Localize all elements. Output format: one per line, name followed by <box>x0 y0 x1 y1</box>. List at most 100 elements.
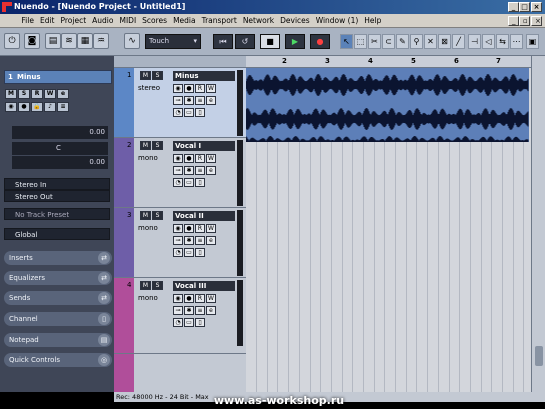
lock-icon[interactable]: ⊸ <box>173 96 183 105</box>
menu-window[interactable]: Window (1) <box>313 14 362 28</box>
record-icon[interactable]: ● <box>184 154 194 163</box>
lanes-button[interactable]: ≡ <box>57 102 69 112</box>
section-inserts[interactable]: Inserts ⇄ <box>4 251 112 265</box>
freeze-icon[interactable]: ✱ <box>184 96 194 105</box>
edit-icon[interactable]: e <box>206 96 216 105</box>
folder-icon[interactable]: ▭ <box>184 178 194 187</box>
edit-channel-button[interactable]: e <box>57 89 69 99</box>
menu-file[interactable]: File <box>18 14 37 28</box>
monitor-icon[interactable]: ◉ <box>173 224 183 233</box>
folder-icon[interactable]: ▭ <box>184 318 194 327</box>
delay-field[interactable]: 0.00 <box>12 156 108 169</box>
timebase-button[interactable]: ♪ <box>44 102 56 112</box>
section-quick-controls[interactable]: Quick Controls ◎ <box>4 353 112 367</box>
edit-icon[interactable]: e <box>206 236 216 245</box>
edit-icon[interactable]: e <box>206 166 216 175</box>
monitor-icon[interactable]: ◉ <box>173 294 183 303</box>
track-solo-button[interactable]: S <box>152 211 163 220</box>
show-infoline-button[interactable]: ≋ <box>61 33 77 49</box>
read-icon[interactable]: R <box>195 224 205 233</box>
activate-project-button[interactable]: ⏻ <box>4 33 20 49</box>
play-tool-icon[interactable]: ◁ <box>482 34 495 49</box>
track-name[interactable]: Vocal III <box>173 281 235 291</box>
track-preset-field[interactable]: No Track Preset <box>4 208 110 220</box>
write-icon[interactable]: W <box>206 294 216 303</box>
menu-edit[interactable]: Edit <box>37 14 58 28</box>
write-icon[interactable]: W <box>206 84 216 93</box>
close-button[interactable]: × <box>531 2 542 12</box>
glue-tool-icon[interactable]: ⊂ <box>382 34 395 49</box>
split-tool-icon[interactable]: ✂ <box>368 34 381 49</box>
track-solo-button[interactable]: S <box>152 71 163 80</box>
vertical-scrollbar[interactable] <box>531 56 545 392</box>
timeline-ruler[interactable]: 2 3 4 5 6 7 8 <box>246 56 544 68</box>
monitor-icon[interactable]: ◉ <box>173 154 183 163</box>
global-field[interactable]: Global <box>4 228 110 240</box>
freeze-icon[interactable]: ✱ <box>184 166 194 175</box>
object-select-tool-icon[interactable]: ↖ <box>340 34 353 49</box>
read-icon[interactable]: R <box>195 84 205 93</box>
lanes-icon[interactable]: ≡ <box>195 306 205 315</box>
erase-tool-icon[interactable]: ✕ <box>424 34 437 49</box>
write-button[interactable]: W <box>44 89 56 99</box>
track-solo-button[interactable]: S <box>152 141 163 150</box>
timebase-icon[interactable]: ◔ <box>173 248 183 257</box>
autoscroll-icon[interactable]: ⇆ <box>496 34 509 49</box>
track-name[interactable]: Minus <box>173 71 235 81</box>
menu-network[interactable]: Network <box>240 14 277 28</box>
panel-icon[interactable]: ▯ <box>195 108 205 117</box>
show-inspector-button[interactable]: ▤ <box>45 33 61 49</box>
track-mute-button[interactable]: M <box>140 141 151 150</box>
comp-tool-icon[interactable]: ⊣ <box>468 34 481 49</box>
maximize-button[interactable]: □ <box>519 2 530 12</box>
monitor-icon[interactable]: ◉ <box>173 84 183 93</box>
lock-button[interactable]: 🔒 <box>31 102 43 112</box>
track-name[interactable]: Vocal II <box>173 211 235 221</box>
constrain-delay-button[interactable]: ◙ <box>24 33 40 49</box>
monitor-button[interactable]: ◉ <box>5 102 17 112</box>
menu-midi[interactable]: MIDI <box>116 14 139 28</box>
menu-scores[interactable]: Scores <box>139 14 170 28</box>
read-icon[interactable]: R <box>195 154 205 163</box>
write-icon[interactable]: W <box>206 154 216 163</box>
panel-icon[interactable]: ▯ <box>195 318 205 327</box>
track-mute-button[interactable]: M <box>140 211 151 220</box>
mute-button[interactable]: M <box>5 89 17 99</box>
volume-field[interactable]: 0.00 <box>12 126 108 139</box>
record-icon[interactable]: ● <box>184 294 194 303</box>
timebase-icon[interactable]: ◔ <box>173 108 183 117</box>
solo-button[interactable]: S <box>18 89 30 99</box>
show-overview-button[interactable]: ▦ <box>77 33 93 49</box>
doc-restore-button[interactable]: ▫ <box>519 16 530 26</box>
section-notepad[interactable]: Notepad ▤ <box>4 333 112 347</box>
line-tool-icon[interactable]: ╱ <box>452 34 465 49</box>
track-row[interactable]: 3 Vocal II mono MS ◉ ● R W ⊸ ✱ ≡ e ◔ ▭ ▯ <box>114 208 246 278</box>
go-to-start-button[interactable]: ⏮ <box>213 34 233 49</box>
lock-icon[interactable]: ⊸ <box>173 306 183 315</box>
input-routing[interactable]: Stereo In <box>4 178 110 190</box>
doc-minimize-button[interactable]: _ <box>508 16 519 26</box>
track-row[interactable]: 2 Vocal I mono MS ◉ ● R W ⊸ ✱ ≡ e ◔ ▭ ▯ <box>114 138 246 208</box>
panel-icon[interactable]: ▯ <box>195 248 205 257</box>
track-name[interactable]: Vocal I <box>173 141 235 151</box>
lanes-icon[interactable]: ≡ <box>195 96 205 105</box>
folder-icon[interactable]: ▭ <box>184 248 194 257</box>
timebase-icon[interactable]: ◔ <box>173 178 183 187</box>
timebase-icon[interactable]: ◔ <box>173 318 183 327</box>
snap-icon[interactable]: ⋯ <box>510 34 523 49</box>
arrange-window[interactable]: 2 3 4 5 6 7 8 <box>246 56 544 392</box>
track-mute-button[interactable]: M <box>140 281 151 290</box>
draw-tool-icon[interactable]: ✎ <box>396 34 409 49</box>
menu-project[interactable]: Project <box>57 14 89 28</box>
section-equalizers[interactable]: Equalizers ⇄ <box>4 271 112 285</box>
inspector-track-header[interactable]: 1 Minus <box>4 70 112 84</box>
doc-close-button[interactable]: × <box>531 16 542 26</box>
menu-transport[interactable]: Transport <box>199 14 240 28</box>
lanes-icon[interactable]: ≡ <box>195 236 205 245</box>
lock-icon[interactable]: ⊸ <box>173 166 183 175</box>
read-button[interactable]: R <box>31 89 43 99</box>
lock-icon[interactable]: ⊸ <box>173 236 183 245</box>
edit-icon[interactable]: e <box>206 306 216 315</box>
menu-media[interactable]: Media <box>170 14 199 28</box>
zoom-slider[interactable] <box>535 346 543 366</box>
